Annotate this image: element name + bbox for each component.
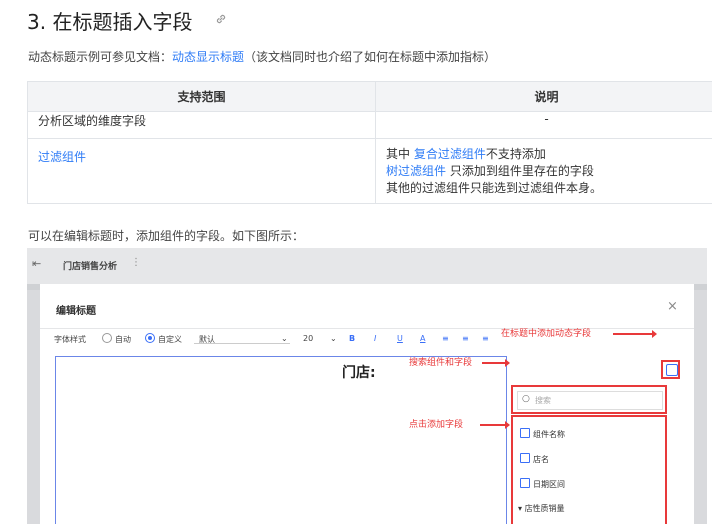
arrow-icon (482, 359, 510, 367)
auto-label: 自动 (115, 335, 131, 344)
custom-radio[interactable] (145, 333, 155, 343)
desc-text: 不支持添加 (485, 147, 546, 161)
more-icon: ⋮ (131, 257, 141, 268)
annotation-click-add: 点击添加字段 (409, 420, 464, 430)
font-style-label: 字体样式 (54, 335, 86, 344)
align-right-icon[interactable]: ≡ (482, 334, 489, 343)
intro-prefix: 动态标题示例可参见文档： (28, 50, 173, 64)
list-item-label: 组件名称 (533, 430, 565, 439)
font-color-button[interactable]: A (420, 334, 425, 343)
list-item-label: 店性质销量 (524, 504, 565, 513)
bold-button[interactable]: B (349, 334, 355, 343)
desc-cell: 其中 复合过滤组件不支持添加 树过滤组件 只添加到组件里存在的字段 其他的过滤组… (375, 138, 712, 204)
composite-filter-link[interactable]: 复合过滤组件 (414, 147, 486, 161)
support-table: 支持范围 说明 分析区域的维度字段 - 过滤组件 其中 复合过滤组件不支持添加 … (27, 81, 712, 204)
arrow-icon (480, 421, 510, 429)
list-item-label: 日期区间 (533, 480, 565, 489)
list-item[interactable]: 店名 (520, 453, 549, 465)
title-editor[interactable] (55, 356, 507, 524)
annotation-add-dynamic: 在标题中添加动态字段 (501, 329, 592, 339)
close-icon[interactable]: × (667, 299, 678, 314)
auto-radio[interactable] (102, 333, 112, 343)
dynamic-title-link[interactable]: 动态显示标题 (172, 50, 244, 64)
intro-paragraph: 动态标题示例可参见文档：动态显示标题（该文档同时也介绍了如何在标题中添加指标） (28, 48, 496, 65)
table-row: 分析区域的维度字段 - (27, 111, 712, 139)
edit-title-dialog: 编辑标题 × 字体样式 自动 自定义 默认 ⌄ 20 ⌄ B I U A ≡ ≡… (40, 284, 694, 524)
chevron-down-icon: ⌄ (330, 334, 337, 343)
table-row: 过滤组件 其中 复合过滤组件不支持添加 树过滤组件 只添加到组件里存在的字段 其… (27, 138, 712, 204)
tree-filter-link[interactable]: 树过滤组件 (386, 164, 446, 178)
arrow-icon (613, 330, 657, 338)
text-icon (520, 453, 530, 463)
dialog-title: 编辑标题 (56, 306, 96, 317)
desc-text: 只添加到组件里存在的字段 (446, 164, 594, 178)
calendar-icon (520, 478, 530, 488)
header-desc: 说明 (375, 81, 712, 112)
desc-text: 其中 (386, 147, 414, 161)
scope-cell: 分析区域的维度字段 (27, 111, 376, 139)
list-item[interactable]: ▾ 店性质销量 (518, 503, 565, 514)
screenshot-figure: ⇤ 门店销售分析 ⋮ 编辑标题 × 字体样式 自动 自定义 默认 ⌄ 20 ⌄ … (27, 248, 707, 524)
paragraph: 可以在编辑标题时，添加组件的字段。如下图所示： (28, 229, 305, 243)
chevron-down-icon: ⌄ (281, 334, 288, 343)
align-center-icon[interactable]: ≡ (462, 334, 469, 343)
list-item-label: 店名 (533, 455, 549, 464)
custom-label: 自定义 (158, 335, 182, 344)
desc-cell: - (375, 111, 712, 139)
editor-text: 门店: (342, 365, 376, 381)
search-placeholder: 搜索 (535, 396, 551, 405)
search-icon: ○ (522, 394, 530, 404)
align-left-icon[interactable]: ≡ (442, 334, 449, 343)
underline-button[interactable]: U (397, 334, 403, 343)
section-heading: 3. 在标题插入字段 (27, 10, 193, 34)
highlight-box (661, 360, 680, 379)
intro-suffix: （该文档同时也介绍了如何在标题中添加指标） (244, 50, 497, 64)
app-title: 门店销售分析 (63, 262, 118, 272)
size-select[interactable]: 20 (303, 334, 313, 343)
anchor-link-icon[interactable] (214, 12, 228, 26)
exit-icon: ⇤ (32, 257, 42, 270)
image-icon (520, 428, 530, 438)
caret-down-icon: ▾ (518, 504, 523, 513)
list-item[interactable]: 组件名称 (520, 428, 565, 440)
annotation-search: 搜索组件和字段 (409, 358, 473, 368)
list-item[interactable]: 日期区间 (520, 478, 565, 490)
filter-component-link[interactable]: 过滤组件 (38, 150, 86, 164)
header-scope: 支持范围 (27, 81, 376, 112)
italic-button[interactable]: I (374, 334, 376, 343)
font-select-underline (194, 343, 290, 344)
divider (40, 328, 694, 329)
desc-text: 其他的过滤组件只能选到过滤组件本身。 (386, 181, 603, 195)
app-topbar: ⇤ 门店销售分析 ⋮ (27, 248, 707, 284)
field-search-input[interactable]: ○ 搜索 (517, 391, 663, 410)
format-toolbar: 字体样式 自动 自定义 默认 ⌄ 20 ⌄ B I U A ≡ ≡ ≡ (54, 331, 524, 349)
